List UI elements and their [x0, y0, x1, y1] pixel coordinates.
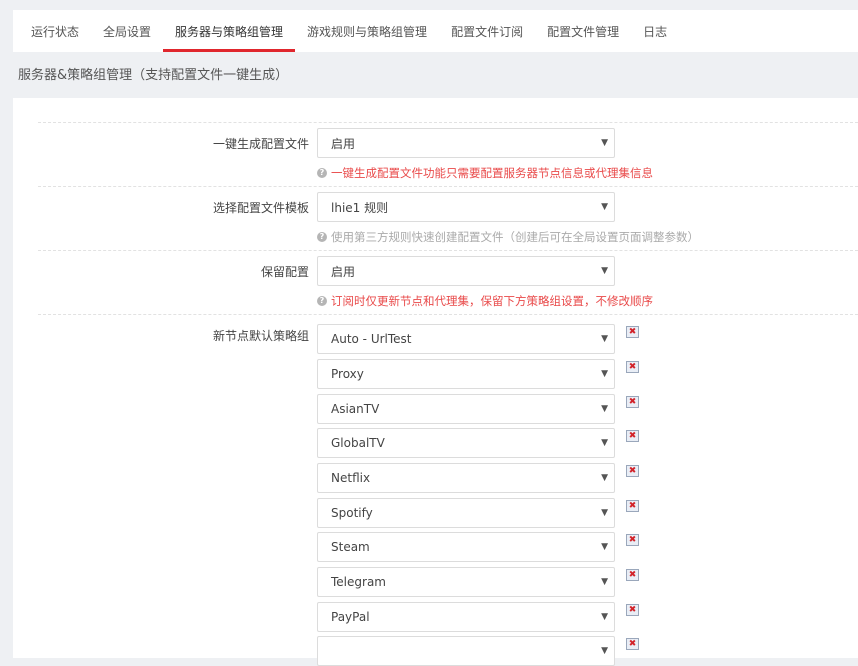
chevron-down-icon: ▼ [601, 473, 608, 483]
keep-config-label: 保留配置 [260, 265, 309, 279]
default-group-select[interactable]: ▼ [317, 636, 615, 666]
chevron-down-icon: ▼ [601, 612, 608, 622]
delete-icon[interactable]: ✖ [626, 465, 639, 477]
keep-config-hint: ? 订阅时仅更新节点和代理集，保留下方策略组设置，不修改顺序 [317, 293, 653, 309]
chevron-down-icon: ▼ [601, 646, 608, 656]
auto-generate-value: 启用 [331, 136, 356, 151]
delete-icon[interactable]: ✖ [626, 396, 639, 408]
default-group-value: GlobalTV [331, 436, 385, 450]
default-group-select[interactable]: GlobalTV ▼ [317, 428, 615, 458]
default-group-value: AsianTV [331, 402, 380, 416]
template-label: 选择配置文件模板 [212, 201, 309, 215]
default-group-select[interactable]: Proxy ▼ [317, 359, 615, 389]
chevron-down-icon: ▼ [601, 508, 608, 518]
default-group-value: Telegram [331, 575, 386, 589]
chevron-down-icon: ▼ [601, 266, 608, 276]
tab-config-subscription[interactable]: 配置文件订阅 [439, 10, 535, 52]
default-group-value: Auto - UrlTest [331, 332, 412, 346]
question-circle-icon: ? [317, 296, 327, 306]
default-group-value: Steam [331, 540, 370, 554]
default-group-select[interactable]: Telegram ▼ [317, 567, 615, 597]
auto-generate-select[interactable]: 启用 ▼ [317, 128, 615, 158]
default-group-value: PayPal [331, 610, 370, 624]
default-group-select[interactable]: Auto - UrlTest ▼ [317, 324, 615, 354]
default-group-value: Netflix [331, 471, 371, 485]
chevron-down-icon: ▼ [601, 404, 608, 414]
chevron-down-icon: ▼ [601, 542, 608, 552]
template-value: lhie1 规则 [331, 200, 389, 215]
delete-icon[interactable]: ✖ [626, 638, 639, 650]
delete-icon[interactable]: ✖ [626, 500, 639, 512]
delete-icon[interactable]: ✖ [626, 569, 639, 581]
divider [38, 186, 858, 187]
default-group-value: Proxy [331, 367, 364, 381]
question-circle-icon: ? [317, 168, 327, 178]
default-group-select[interactable]: Netflix ▼ [317, 463, 615, 493]
divider [38, 250, 858, 251]
chevron-down-icon: ▼ [601, 138, 608, 148]
auto-generate-label: 一键生成配置文件 [212, 137, 309, 151]
keep-config-hint-text: 订阅时仅更新节点和代理集，保留下方策略组设置，不修改顺序 [331, 294, 653, 308]
tab-status[interactable]: 运行状态 [19, 10, 91, 52]
question-circle-icon: ? [317, 232, 327, 242]
template-hint: ? 使用第三方规则快速创建配置文件（创建后可在全局设置页面调整参数） [317, 229, 699, 245]
delete-icon[interactable]: ✖ [626, 430, 639, 442]
section-title: 服务器&策略组管理（支持配置文件一键生成） [18, 68, 289, 83]
default-group-select[interactable]: AsianTV ▼ [317, 394, 615, 424]
default-group-select[interactable]: Steam ▼ [317, 532, 615, 562]
delete-icon[interactable]: ✖ [626, 361, 639, 373]
keep-config-value: 启用 [331, 264, 356, 279]
template-select[interactable]: lhie1 规则 ▼ [317, 192, 615, 222]
delete-icon[interactable]: ✖ [626, 534, 639, 546]
tab-game-rules[interactable]: 游戏规则与策略组管理 [295, 10, 439, 52]
delete-icon[interactable]: ✖ [626, 604, 639, 616]
default-group-select[interactable]: PayPal ▼ [317, 602, 615, 632]
default-group-value: Spotify [331, 506, 373, 520]
divider [38, 122, 858, 123]
chevron-down-icon: ▼ [601, 369, 608, 379]
chevron-down-icon: ▼ [601, 577, 608, 587]
default-groups-label: 新节点默认策略组 [212, 329, 309, 343]
tab-config-management[interactable]: 配置文件管理 [535, 10, 631, 52]
tab-global-settings[interactable]: 全局设置 [91, 10, 163, 52]
delete-icon[interactable]: ✖ [626, 326, 639, 338]
tab-servers-groups[interactable]: 服务器与策略组管理 [163, 10, 296, 52]
tab-bar: 运行状态 全局设置 服务器与策略组管理 游戏规则与策略组管理 配置文件订阅 配置… [13, 10, 858, 52]
divider [38, 314, 858, 315]
default-group-select[interactable]: Spotify ▼ [317, 498, 615, 528]
chevron-down-icon: ▼ [601, 202, 608, 212]
template-hint-text: 使用第三方规则快速创建配置文件（创建后可在全局设置页面调整参数） [331, 230, 699, 244]
settings-panel: 一键生成配置文件 启用 ▼ ? 一键生成配置文件功能只需要配置服务器节点信息或代… [13, 98, 858, 666]
auto-generate-hint-text: 一键生成配置文件功能只需要配置服务器节点信息或代理集信息 [331, 166, 653, 180]
tab-logs[interactable]: 日志 [631, 10, 679, 52]
chevron-down-icon: ▼ [601, 438, 608, 448]
chevron-down-icon: ▼ [601, 334, 608, 344]
keep-config-select[interactable]: 启用 ▼ [317, 256, 615, 286]
auto-generate-hint: ? 一键生成配置文件功能只需要配置服务器节点信息或代理集信息 [317, 165, 653, 181]
